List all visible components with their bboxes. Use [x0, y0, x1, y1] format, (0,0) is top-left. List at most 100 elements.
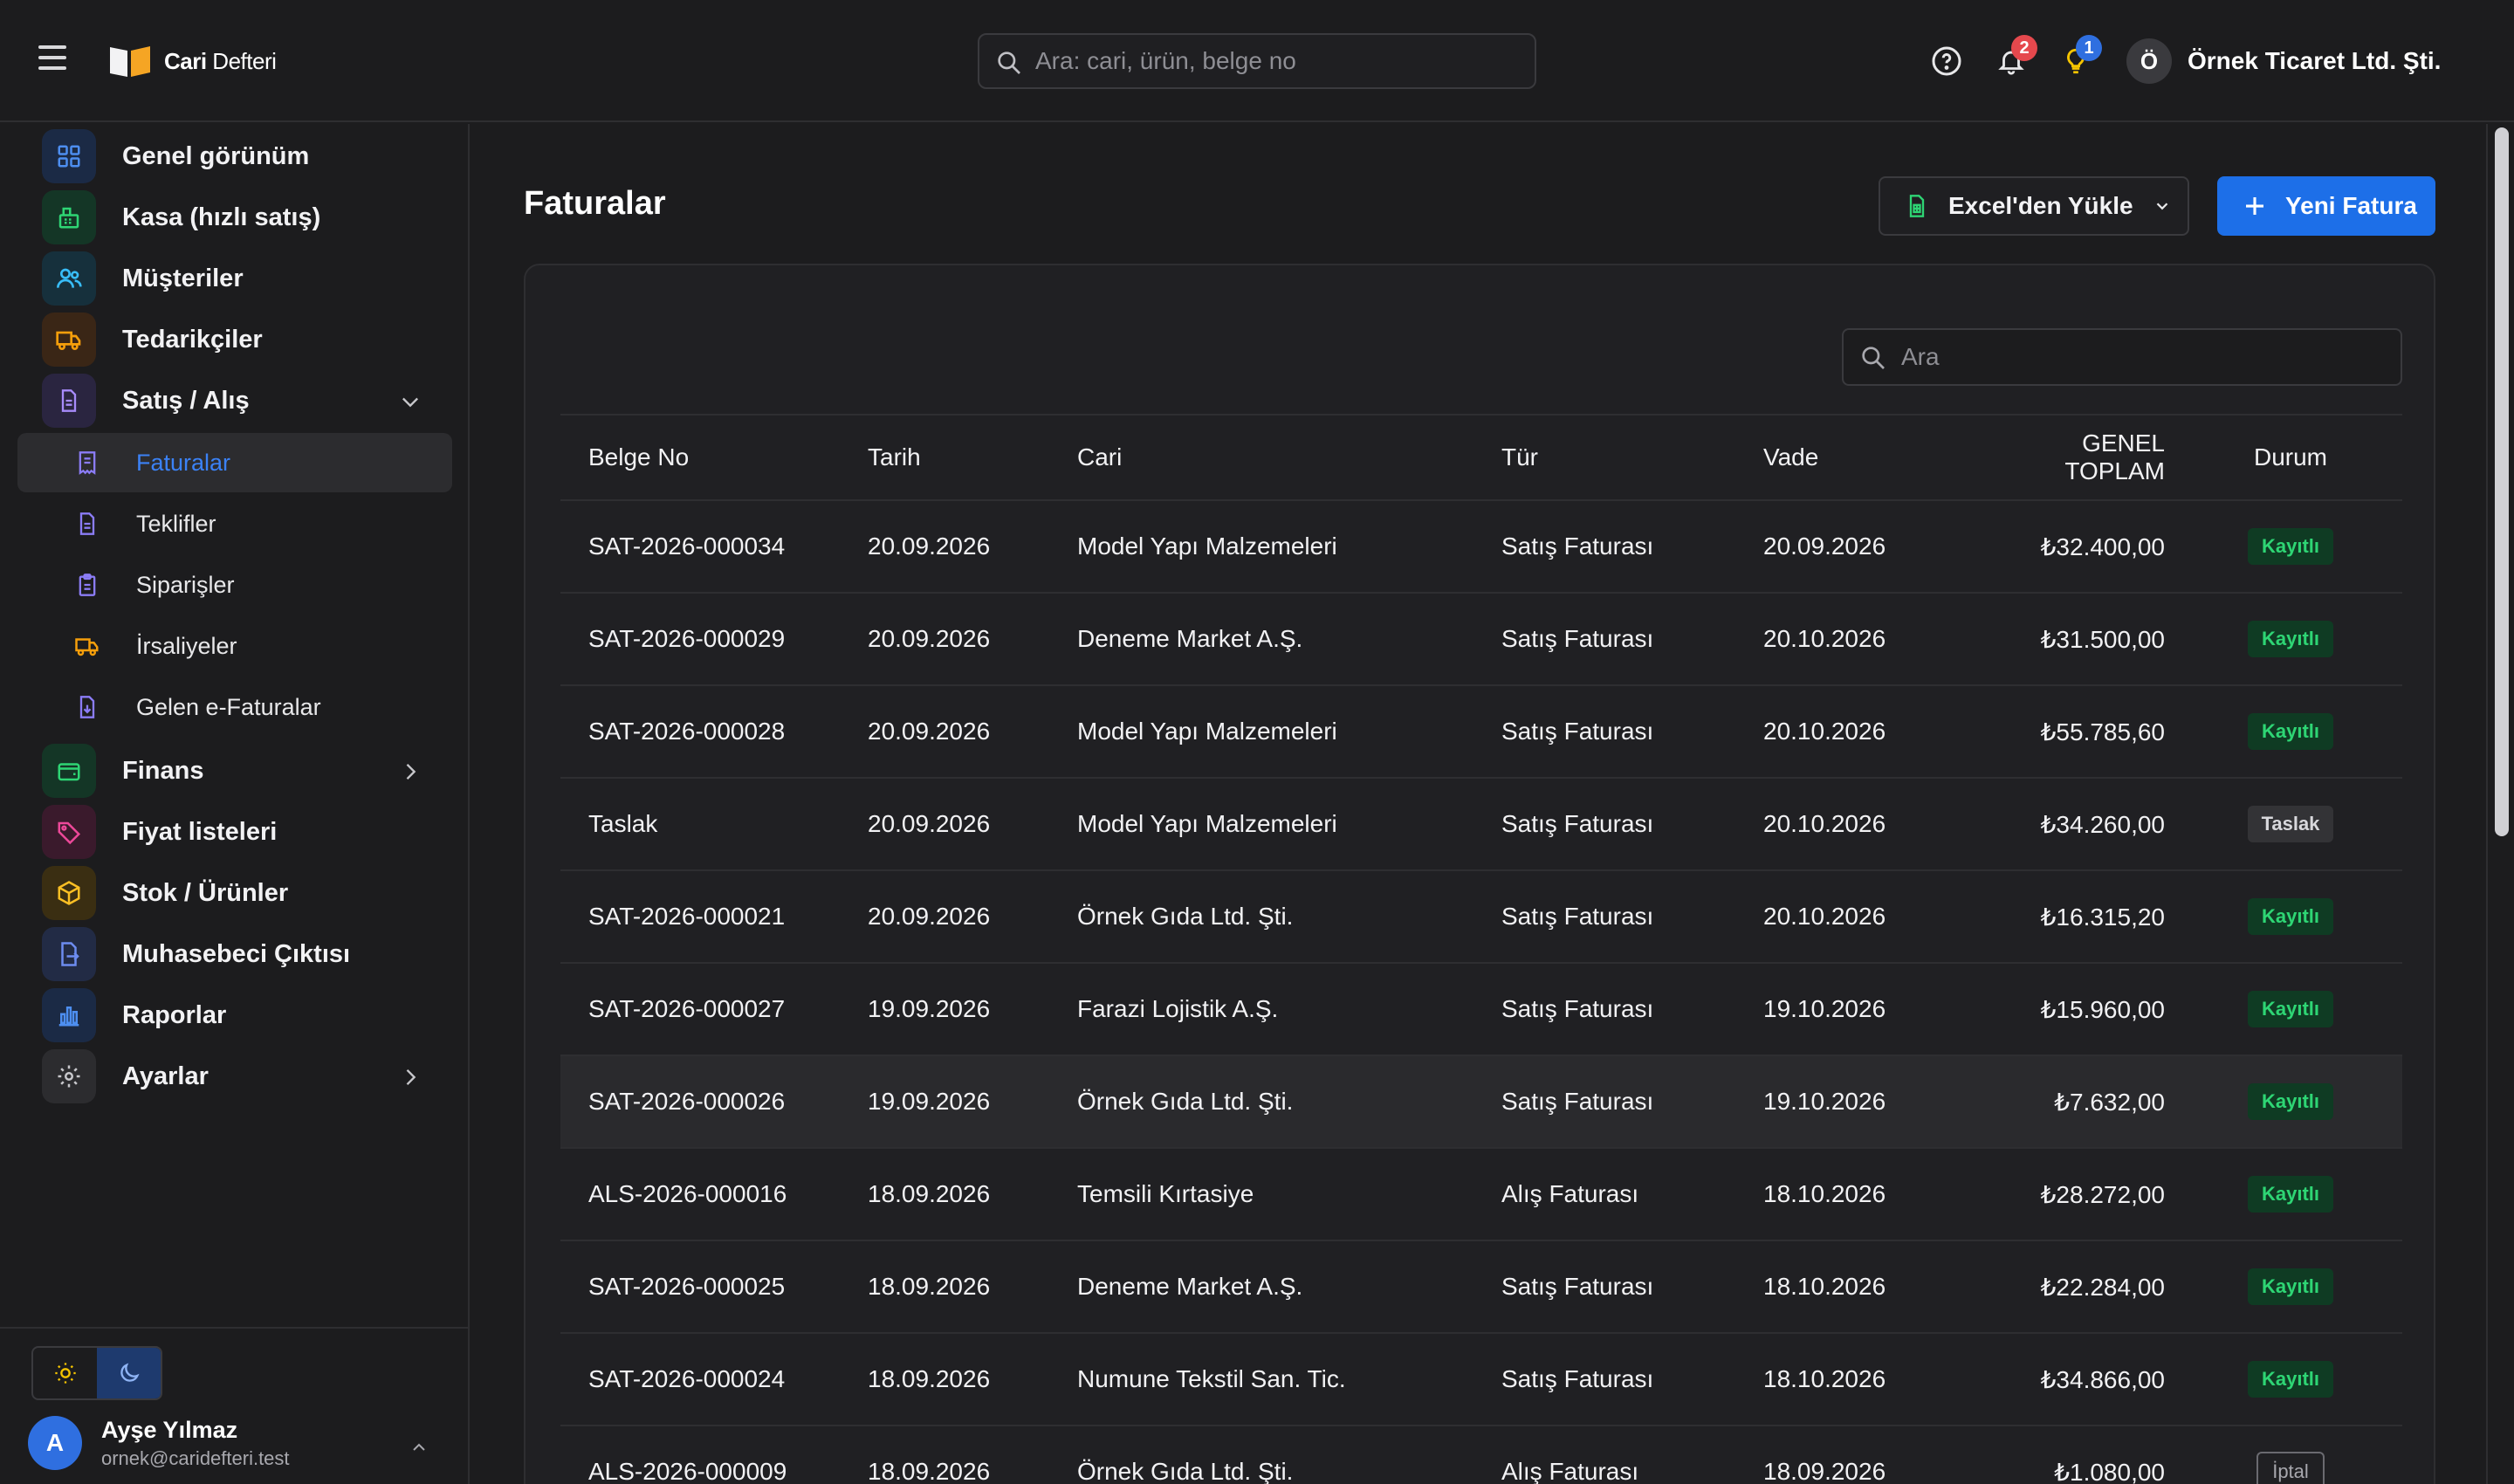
cell-date: 20.09.2026: [868, 810, 991, 837]
cell-due: 20.10.2026: [1763, 625, 1886, 652]
status-badge: Kayıtlı: [2247, 713, 2334, 750]
cell-type: Satış Faturası: [1501, 903, 1654, 930]
sidebar-subitem-label: Teklifler: [136, 510, 216, 537]
cell-date: 20.09.2026: [868, 718, 991, 745]
cell-status: Kayıtlı: [2207, 1055, 2402, 1148]
tips-button[interactable]: 1: [2050, 35, 2102, 87]
new-invoice-button[interactable]: Yeni Fatura: [2217, 176, 2435, 236]
sidebar-item-sales-purchases[interactable]: Satış / Alış: [42, 374, 436, 428]
theme-toggle[interactable]: [31, 1346, 162, 1400]
table-row[interactable]: SAT-2026-000029 20.09.2026 Deneme Market A…: [560, 593, 2402, 685]
company-switcher[interactable]: Ö Örnek Ticaret Ltd. Şti.: [2126, 38, 2441, 84]
notifications-button[interactable]: 2: [1985, 35, 2037, 87]
excel-import-button[interactable]: Excel'den Yükle: [1879, 176, 2189, 236]
sidebar-item-pos[interactable]: Kasa (hızlı satış): [42, 190, 436, 244]
sidebar-item-suppliers[interactable]: Tedarikçiler: [42, 313, 436, 367]
cell-total: ₺16.315,20: [2040, 903, 2165, 931]
user-menu[interactable]: A Ayşe Yılmaz ornek@caridefteri.test: [28, 1416, 438, 1470]
cell-total: ₺15.960,00: [2040, 995, 2165, 1023]
cell-date: 19.09.2026: [868, 1088, 991, 1115]
column-header-status[interactable]: Durum: [2207, 415, 2402, 500]
sidebar-subitem-waybills[interactable]: İrsaliyeler: [17, 616, 452, 676]
light-theme-button[interactable]: [33, 1348, 97, 1398]
sidebar-item-label: Fiyat listeleri: [122, 817, 278, 846]
cell-doc-no: ALS-2026-000009: [588, 1458, 787, 1484]
table-row[interactable]: SAT-2026-000034 20.09.2026 Model Yapı Malz…: [560, 500, 2402, 593]
chevron-right-icon[interactable]: [398, 1065, 422, 1089]
sun-icon: [54, 1363, 76, 1384]
cell-doc-no: SAT-2026-000021: [588, 903, 786, 930]
help-button[interactable]: [1920, 35, 1973, 87]
gear-icon: [42, 1049, 96, 1103]
dark-theme-button[interactable]: [97, 1348, 161, 1398]
clipboard-icon: [70, 572, 105, 598]
sidebar-item-stock[interactable]: Stok / Ürünler: [42, 866, 436, 920]
sidebar-item-label: Kasa (hızlı satış): [122, 203, 321, 231]
cell-total: ₺1.080,00: [2054, 1458, 2165, 1484]
file-download-icon: [70, 694, 105, 720]
invoices-card: Belge No Tarih Cari Tür Vade GENEL TOPLA…: [524, 264, 2435, 1484]
sidebar-item-finance[interactable]: Finans: [42, 744, 436, 798]
sidebar-item-dashboard[interactable]: Genel görünüm: [42, 129, 436, 183]
tips-badge: 1: [2076, 35, 2102, 61]
scrollbar-thumb[interactable]: [2495, 127, 2509, 836]
table-search-input[interactable]: [1901, 343, 2401, 371]
menu-icon[interactable]: [38, 45, 66, 77]
avatar: A: [28, 1416, 82, 1470]
table-row[interactable]: SAT-2026-000024 18.09.2026 Numune Tekstil …: [560, 1333, 2402, 1426]
table-row[interactable]: SAT-2026-000025 18.09.2026 Deneme Market A…: [560, 1240, 2402, 1333]
cell-account: Model Yapı Malzemeleri: [1077, 532, 1337, 560]
global-search-input[interactable]: [1035, 47, 1535, 75]
wallet-icon: [42, 744, 96, 798]
column-header-total[interactable]: GENEL TOPLAM: [1954, 415, 2207, 500]
cell-type: Satış Faturası: [1501, 532, 1654, 560]
sidebar: Genel görünüm Kasa (hızlı satış) Müşteri…: [0, 124, 470, 1484]
chevron-up-icon: [413, 1443, 425, 1451]
column-header-due[interactable]: Vade: [1735, 415, 1954, 500]
cell-status: Kayıtlı: [2207, 870, 2402, 963]
cell-account: Örnek Gıda Ltd. Şti.: [1077, 1458, 1294, 1484]
table-row[interactable]: SAT-2026-000021 20.09.2026 Örnek Gıda Ltd.…: [560, 870, 2402, 963]
sidebar-item-price-lists[interactable]: Fiyat listeleri: [42, 805, 436, 859]
table-row[interactable]: SAT-2026-000027 19.09.2026 Farazi Lojistik…: [560, 963, 2402, 1055]
users-icon: [42, 251, 96, 306]
cell-status: Kayıtlı: [2207, 685, 2402, 778]
sidebar-item-reports[interactable]: Raporlar: [42, 988, 436, 1042]
sidebar-subitem-incoming-einvoices[interactable]: Gelen e-Faturalar: [17, 677, 452, 737]
cell-account: Temsili Kırtasiye: [1077, 1180, 1254, 1207]
table-row[interactable]: Taslak 20.09.2026 Model Yapı Malzemeleri Sa…: [560, 778, 2402, 870]
cell-account: Numune Tekstil San. Tic.: [1077, 1365, 1346, 1392]
column-header-doc-no[interactable]: Belge No: [560, 415, 840, 500]
sidebar-item-label: Ayarlar: [122, 1061, 209, 1090]
global-search[interactable]: [978, 33, 1536, 89]
column-header-type[interactable]: Tür: [1473, 415, 1735, 500]
cell-total: ₺32.400,00: [2040, 532, 2165, 560]
document-icon: [42, 374, 96, 428]
user-email: ornek@caridefteri.test: [101, 1446, 290, 1469]
cell-type: Satış Faturası: [1501, 1273, 1654, 1300]
table-row[interactable]: ALS-2026-000016 18.09.2026 Temsili Kırtasi…: [560, 1148, 2402, 1240]
cell-status: Kayıtlı: [2207, 593, 2402, 685]
sidebar-item-label: Tedarikçiler: [122, 325, 263, 354]
table-row[interactable]: ALS-2026-000009 18.09.2026 Örnek Gıda Ltd.…: [560, 1426, 2402, 1484]
sidebar-item-accountant-export[interactable]: Muhasebeci Çıktısı: [42, 927, 436, 981]
column-header-account[interactable]: Cari: [1049, 415, 1473, 500]
cell-doc-no: SAT-2026-000034: [588, 532, 786, 560]
status-badge: Kayıtlı: [2247, 1361, 2334, 1398]
table-row[interactable]: SAT-2026-000028 20.09.2026 Model Yapı Malz…: [560, 685, 2402, 778]
sidebar-item-customers[interactable]: Müşteriler: [42, 251, 436, 306]
sidebar-item-label: Finans: [122, 756, 204, 785]
brand-logo[interactable]: Cari Defteri: [108, 44, 277, 79]
user-name: Ayşe Yılmaz: [101, 1416, 238, 1443]
chevron-down-icon[interactable]: [398, 389, 422, 414]
sidebar-subitem-orders[interactable]: Siparişler: [17, 555, 452, 615]
column-header-date[interactable]: Tarih: [840, 415, 1049, 500]
table-search[interactable]: [1842, 328, 2402, 386]
table-header-row: Belge No Tarih Cari Tür Vade GENEL TOPLA…: [560, 415, 2402, 500]
sidebar-subitem-quotes[interactable]: Teklifler: [17, 494, 452, 553]
page-scrollbar[interactable]: [2486, 124, 2514, 1484]
chevron-right-icon[interactable]: [398, 759, 422, 784]
table-row[interactable]: SAT-2026-000026 19.09.2026 Örnek Gıda Ltd.…: [560, 1055, 2402, 1148]
sidebar-subitem-invoices[interactable]: Faturalar: [17, 433, 452, 492]
sidebar-item-settings[interactable]: Ayarlar: [42, 1049, 436, 1103]
